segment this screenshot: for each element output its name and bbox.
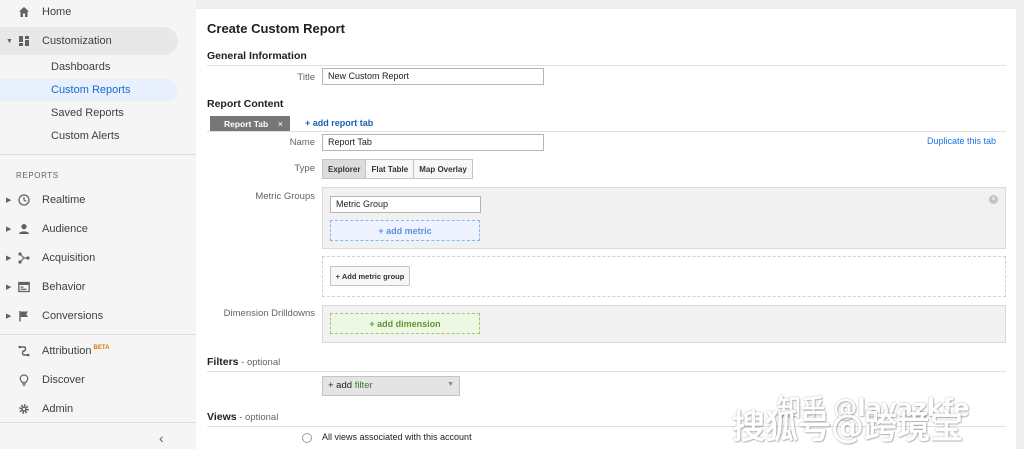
chevron-down-icon: ▼ bbox=[447, 381, 454, 388]
metric-group-panel: Metric Group + add metric × bbox=[322, 187, 1006, 249]
person-icon bbox=[18, 223, 30, 235]
lightbulb-icon bbox=[18, 374, 30, 386]
sidebar-item-label: Audience bbox=[42, 223, 88, 235]
views-title: Views bbox=[207, 411, 237, 423]
dimension-panel: + add dimension bbox=[322, 305, 1006, 343]
add-report-tab-link[interactable]: + add report tab bbox=[305, 118, 373, 128]
sidebar-item-realtime[interactable]: ▶ Realtime bbox=[0, 186, 196, 214]
title-input[interactable]: New Custom Report bbox=[322, 68, 544, 85]
views-heading: Views - optional bbox=[207, 411, 278, 423]
sidebar-item-home[interactable]: Home bbox=[0, 0, 196, 26]
flag-icon bbox=[18, 310, 30, 322]
filters-heading: Filters - optional bbox=[207, 356, 280, 368]
sidebar-item-discover[interactable]: Discover bbox=[0, 366, 196, 394]
beta-badge: BETA bbox=[93, 345, 110, 351]
general-info-heading: General Information bbox=[207, 50, 307, 62]
caret-right-icon: ▶ bbox=[6, 255, 12, 262]
filters-title: Filters bbox=[207, 356, 239, 368]
caret-down-icon: ▼ bbox=[6, 37, 13, 45]
reports-heading: REPORTS bbox=[16, 171, 59, 180]
watermark-sohu: 搜狐号@跨境宝 bbox=[732, 407, 963, 446]
type-map-overlay-button[interactable]: Map Overlay bbox=[414, 160, 472, 178]
caret-right-icon: ▶ bbox=[6, 284, 12, 291]
dimension-drilldowns-label: Dimension Drilldowns bbox=[223, 308, 315, 319]
type-explorer-button[interactable]: Explorer bbox=[323, 160, 367, 178]
metric-group-name-input[interactable]: Metric Group bbox=[330, 196, 481, 213]
add-filter-prefix: + add bbox=[328, 380, 355, 391]
section-divider bbox=[207, 131, 1006, 132]
sidebar-divider bbox=[0, 154, 196, 155]
sidebar-item-label: Admin bbox=[42, 403, 74, 415]
sidebar: Home ▼ Customization Dashboards Custom R… bbox=[0, 0, 196, 449]
dashboard-grid-icon bbox=[18, 35, 30, 47]
caret-right-icon: ▶ bbox=[6, 197, 12, 204]
sidebar-item-conversions[interactable]: ▶ Conversions bbox=[0, 302, 196, 330]
sidebar-divider bbox=[0, 422, 196, 423]
attribution-path-icon bbox=[18, 345, 30, 357]
sidebar-item-admin[interactable]: Admin bbox=[0, 395, 196, 423]
report-tab-label: Report Tab bbox=[224, 118, 269, 129]
sidebar-item-label: Discover bbox=[42, 374, 85, 386]
sidebar-item-audience[interactable]: ▶ Audience bbox=[0, 215, 196, 243]
title-label: Title bbox=[297, 72, 315, 83]
all-views-label: All views associated with this account bbox=[322, 432, 472, 442]
sidebar-item-label: Conversions bbox=[42, 310, 104, 322]
remove-group-icon[interactable]: × bbox=[989, 195, 998, 204]
custom-report-editor: Create Custom Report General Information… bbox=[196, 9, 1016, 449]
sidebar-item-customization[interactable]: ▼ Customization bbox=[0, 27, 196, 55]
views-optional: - optional bbox=[236, 412, 279, 423]
sidebar-item-label: Customization bbox=[42, 35, 112, 47]
name-input[interactable]: Report Tab bbox=[322, 134, 544, 151]
home-icon bbox=[18, 6, 30, 18]
sidebar-item-label: Attribution BETA bbox=[42, 345, 109, 357]
gear-icon bbox=[18, 403, 30, 415]
sidebar-item-label: Behavior bbox=[42, 281, 86, 293]
sidebar-item-label: Home bbox=[42, 6, 72, 18]
add-metric-group-area: + Add metric group bbox=[322, 256, 1006, 297]
sidebar-item-custom-reports[interactable]: Custom Reports bbox=[51, 84, 130, 96]
report-type-selector: Explorer Flat Table Map Overlay bbox=[322, 159, 473, 179]
name-label: Name bbox=[289, 137, 315, 148]
clock-icon bbox=[18, 194, 30, 206]
sidebar-item-custom-alerts[interactable]: Custom Alerts bbox=[51, 130, 119, 142]
all-views-radio[interactable] bbox=[302, 433, 312, 443]
metric-groups-label: Metric Groups bbox=[255, 191, 315, 202]
sidebar-item-label: Realtime bbox=[42, 194, 86, 206]
sidebar-item-saved-reports[interactable]: Saved Reports bbox=[51, 107, 124, 119]
sidebar-divider bbox=[0, 334, 196, 335]
add-metric-button[interactable]: + add metric bbox=[330, 220, 480, 241]
add-filter-word: filter bbox=[354, 380, 373, 391]
add-dimension-button[interactable]: + add dimension bbox=[330, 313, 480, 334]
collapse-sidebar-icon[interactable]: ‹ bbox=[159, 430, 164, 446]
attribution-label: Attribution bbox=[42, 345, 92, 357]
acquisition-branch-icon bbox=[18, 252, 30, 264]
section-divider bbox=[207, 371, 1006, 372]
type-flat-table-button[interactable]: Flat Table bbox=[366, 160, 415, 178]
type-label: Type bbox=[294, 163, 315, 174]
close-tab-icon[interactable]: × bbox=[278, 119, 283, 129]
report-tab[interactable]: Report Tab × bbox=[210, 116, 290, 131]
caret-right-icon: ▶ bbox=[6, 226, 12, 233]
page-title: Create Custom Report bbox=[207, 21, 345, 36]
sidebar-item-dashboards[interactable]: Dashboards bbox=[51, 61, 110, 73]
add-filter-dropdown[interactable]: + add filter ▼ bbox=[322, 376, 460, 396]
duplicate-tab-link[interactable]: Duplicate this tab bbox=[927, 136, 996, 146]
add-metric-group-button[interactable]: + Add metric group bbox=[330, 266, 410, 286]
filters-optional: - optional bbox=[238, 357, 281, 368]
behavior-window-icon bbox=[18, 281, 30, 293]
sidebar-item-behavior[interactable]: ▶ Behavior bbox=[0, 273, 196, 301]
report-content-heading: Report Content bbox=[207, 98, 284, 110]
caret-right-icon: ▶ bbox=[6, 313, 12, 320]
sidebar-item-acquisition[interactable]: ▶ Acquisition bbox=[0, 244, 196, 272]
sidebar-item-attribution[interactable]: Attribution BETA bbox=[0, 337, 196, 365]
section-divider bbox=[207, 65, 1006, 66]
sidebar-item-label: Acquisition bbox=[42, 252, 96, 264]
